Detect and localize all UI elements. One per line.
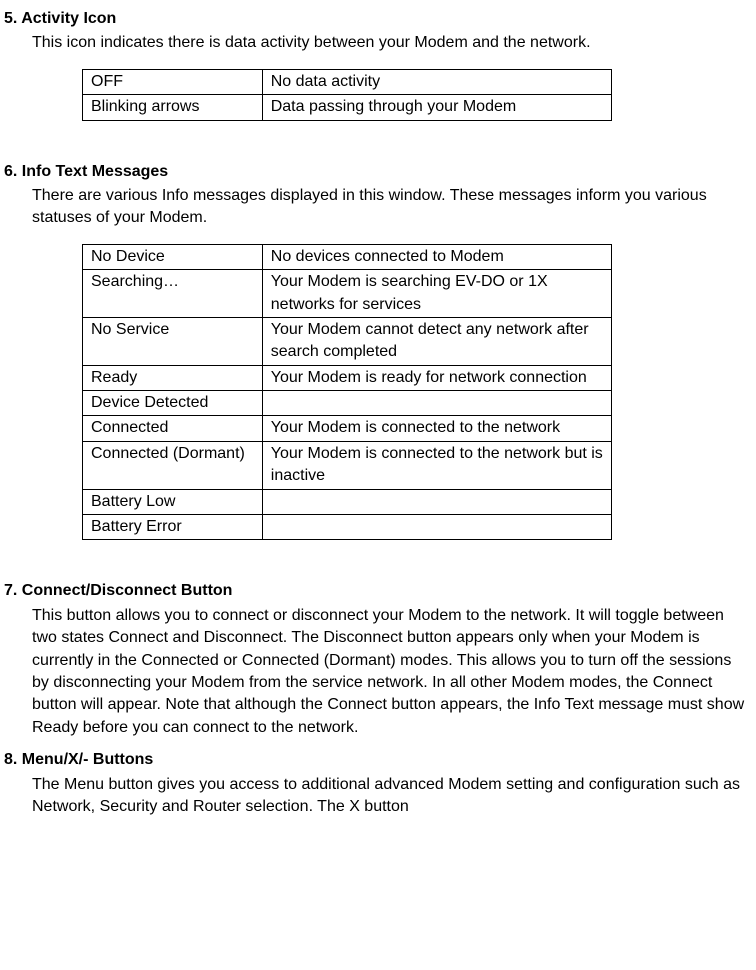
table-row: OFF No data activity: [83, 69, 612, 94]
table-cell: Ready: [83, 365, 263, 390]
table-cell: No Device: [83, 244, 263, 269]
section-6-heading: 6. Info Text Messages: [4, 161, 752, 183]
table-row: Connected (Dormant) Your Modem is connec…: [83, 441, 612, 489]
section-7-heading: 7. Connect/Disconnect Button: [4, 580, 752, 602]
table-cell: No Service: [83, 317, 263, 365]
table-row: Connected Your Modem is connected to the…: [83, 416, 612, 441]
table-cell: Your Modem is searching EV-DO or 1X netw…: [262, 270, 611, 318]
table-cell: Battery Low: [83, 489, 263, 514]
table-cell: Device Detected: [83, 391, 263, 416]
section-6-text: There are various Info messages displaye…: [32, 185, 752, 230]
table-row: Device Detected: [83, 391, 612, 416]
table-cell: Connected: [83, 416, 263, 441]
table-cell: No devices connected to Modem: [262, 244, 611, 269]
table-row: Battery Low: [83, 489, 612, 514]
section-menu-buttons: 8. Menu/X/- Buttons The Menu button give…: [4, 749, 752, 818]
table-cell: Battery Error: [83, 515, 263, 540]
section-connect-disconnect: 7. Connect/Disconnect Button This button…: [4, 580, 752, 739]
table-cell: [262, 489, 611, 514]
table-cell: OFF: [83, 69, 263, 94]
table-cell: Your Modem is ready for network connecti…: [262, 365, 611, 390]
table-row: Blinking arrows Data passing through you…: [83, 95, 612, 120]
section-6-body: There are various Info messages displaye…: [4, 185, 752, 540]
table-row: Ready Your Modem is ready for network co…: [83, 365, 612, 390]
table-row: Battery Error: [83, 515, 612, 540]
table-row: Searching… Your Modem is searching EV-DO…: [83, 270, 612, 318]
activity-icon-table: OFF No data activity Blinking arrows Dat…: [82, 69, 612, 121]
section-7-body: This button allows you to connect or dis…: [4, 605, 752, 739]
section-8-text: The Menu button gives you access to addi…: [32, 774, 752, 819]
table-cell: Your Modem is connected to the network: [262, 416, 611, 441]
info-text-table: No Device No devices connected to Modem …: [82, 244, 612, 541]
table-cell: Blinking arrows: [83, 95, 263, 120]
table-cell: Data passing through your Modem: [262, 95, 611, 120]
table-cell: [262, 391, 611, 416]
table-cell: Searching…: [83, 270, 263, 318]
section-5-heading: 5. Activity Icon: [4, 8, 752, 30]
section-info-text-messages: 6. Info Text Messages There are various …: [4, 161, 752, 541]
table-cell: Connected (Dormant): [83, 441, 263, 489]
section-7-text: This button allows you to connect or dis…: [32, 605, 752, 739]
section-5-text: This icon indicates there is data activi…: [32, 32, 752, 54]
table-cell: [262, 515, 611, 540]
table-row: No Service Your Modem cannot detect any …: [83, 317, 612, 365]
table-cell: Your Modem cannot detect any network aft…: [262, 317, 611, 365]
table-cell: No data activity: [262, 69, 611, 94]
table-row: No Device No devices connected to Modem: [83, 244, 612, 269]
section-8-body: The Menu button gives you access to addi…: [4, 774, 752, 819]
section-5-body: This icon indicates there is data activi…: [4, 32, 752, 120]
section-8-heading: 8. Menu/X/- Buttons: [4, 749, 752, 771]
section-activity-icon: 5. Activity Icon This icon indicates the…: [4, 8, 752, 121]
table-cell: Your Modem is connected to the network b…: [262, 441, 611, 489]
